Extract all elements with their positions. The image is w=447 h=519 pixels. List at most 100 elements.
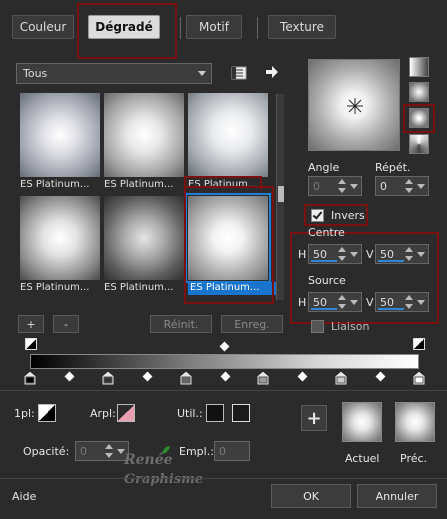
opacity-label: Opacité: — [23, 445, 70, 458]
used-color-black[interactable] — [206, 404, 224, 422]
spin-arrows-icon[interactable] — [104, 444, 114, 458]
color-midpoint-icon[interactable] — [220, 371, 230, 382]
preset-thumbnail[interactable]: ES Platinum... — [20, 93, 100, 190]
preset-label: ES Platinum... — [20, 282, 90, 293]
center-h-value: 50 — [313, 247, 327, 261]
invert-label[interactable]: Invers — [331, 209, 365, 222]
previous-preview[interactable] — [395, 402, 435, 442]
top-right-stop-icon[interactable] — [413, 338, 425, 350]
spin-arrows-icon[interactable] — [337, 247, 347, 261]
repeat-value: 0 — [380, 179, 387, 193]
source-h-stepper[interactable]: 50 — [308, 292, 362, 312]
radial-style-icon[interactable] — [409, 108, 429, 128]
conical-style-icon[interactable] — [409, 134, 429, 154]
color-midpoint-icon[interactable] — [142, 371, 153, 382]
divider — [0, 478, 447, 479]
rectangular-style-icon[interactable] — [409, 82, 429, 102]
gradient-preview[interactable] — [308, 59, 400, 151]
util-label: Util.: — [177, 407, 203, 420]
spin-arrows-icon[interactable] — [337, 295, 347, 309]
divider — [0, 390, 447, 391]
center-h-label: H — [298, 248, 307, 261]
chevron-down-icon[interactable] — [417, 300, 425, 305]
foreground-style-swatch[interactable] — [38, 404, 56, 422]
scrollbar-thumb[interactable] — [278, 186, 284, 202]
ok-button[interactable]: OK — [271, 484, 351, 508]
current-preview — [342, 402, 382, 442]
source-v-value: 50 — [380, 295, 394, 309]
invert-checkbox[interactable] — [311, 209, 324, 222]
value-bar — [311, 308, 337, 310]
opacity-stepper[interactable]: 0 — [75, 441, 129, 461]
presets-scrollbar[interactable] — [276, 94, 284, 300]
arrow-right-icon[interactable] — [262, 62, 282, 82]
chevron-down-icon[interactable] — [350, 252, 358, 257]
center-v-value: 50 — [380, 247, 394, 261]
location-stepper[interactable]: 0 — [214, 441, 250, 461]
repeat-stepper[interactable]: 0 — [375, 176, 429, 196]
preset-label: ES Platinum... — [104, 282, 174, 293]
color-stop-icon[interactable] — [412, 370, 426, 386]
color-stop-icon[interactable] — [256, 370, 270, 386]
center-v-label: V — [366, 248, 374, 261]
chevron-down-icon[interactable] — [417, 252, 425, 257]
used-color-dark[interactable] — [232, 404, 250, 422]
color-stop-icon[interactable] — [179, 370, 193, 386]
preset-thumbnail[interactable]: ES Platinum... — [20, 196, 100, 293]
preset-thumbnail-selected[interactable]: ES Platinum... — [185, 193, 276, 295]
spin-arrows-icon[interactable] — [404, 295, 414, 309]
top-left-stop-icon[interactable] — [25, 338, 37, 350]
add-preset-button[interactable]: + — [18, 315, 44, 333]
preset-thumbnail[interactable]: ES Platinum... — [104, 196, 184, 293]
spin-arrows-icon[interactable] — [404, 247, 414, 261]
color-stop-icon[interactable] — [334, 370, 348, 386]
add-to-swatches-button[interactable]: + — [301, 405, 327, 431]
linear-style-icon[interactable] — [409, 57, 429, 77]
location-value: 0 — [219, 444, 226, 458]
gradient-strip[interactable] — [30, 354, 419, 369]
tab-texture[interactable]: Texture — [268, 15, 336, 39]
cancel-button[interactable]: Annuler — [357, 484, 437, 508]
center-label: Centre — [308, 226, 345, 239]
save-preset-button[interactable]: Enreg. — [221, 315, 283, 333]
color-stop-icon[interactable] — [23, 370, 37, 386]
tab-motif[interactable]: Motif — [186, 15, 242, 39]
angle-stepper[interactable]: 0 — [308, 176, 362, 196]
color-midpoint-icon[interactable] — [375, 371, 386, 382]
link-checkbox[interactable] — [311, 320, 324, 333]
center-h-stepper[interactable]: 50 — [308, 244, 362, 264]
help-link[interactable]: Aide — [12, 490, 36, 503]
tab-couleur[interactable]: Couleur — [12, 15, 74, 39]
center-v-stepper[interactable]: 50 — [375, 244, 429, 264]
remove-preset-button[interactable]: - — [53, 315, 79, 333]
tab-degrade[interactable]: Dégradé — [88, 15, 160, 39]
color-stop-icon[interactable] — [101, 370, 115, 386]
preset-thumbnail[interactable]: ES Platinum... — [188, 93, 268, 190]
angle-label: Angle — [308, 161, 340, 174]
color-midpoint-icon[interactable] — [297, 371, 308, 382]
reset-button[interactable]: Réinit. — [150, 315, 212, 333]
opacity-midpoint-icon[interactable] — [219, 341, 230, 352]
color-midpoint-icon[interactable] — [64, 371, 75, 382]
pi-label: 1pl: — [14, 407, 35, 420]
preset-image — [185, 193, 271, 283]
category-select[interactable]: Tous — [16, 63, 212, 84]
background-style-swatch[interactable] — [117, 404, 135, 422]
source-label: Source — [308, 274, 346, 287]
spin-arrows-icon[interactable] — [404, 179, 414, 193]
preset-thumbnail[interactable]: ES Platinum... — [104, 93, 184, 190]
link-label[interactable]: Liaison — [331, 320, 369, 333]
source-v-stepper[interactable]: 50 — [375, 292, 429, 312]
center-crosshair-icon — [347, 98, 363, 114]
watermark-line-1: Renée — [124, 452, 173, 468]
current-label: Actuel — [345, 452, 380, 465]
spin-arrows-icon[interactable] — [337, 179, 347, 193]
chevron-down-icon[interactable] — [350, 184, 358, 189]
source-v-label: V — [366, 296, 374, 309]
check-icon — [312, 209, 323, 220]
chevron-down-icon[interactable] — [417, 184, 425, 189]
library-icon[interactable] — [229, 63, 249, 83]
value-bar — [378, 308, 404, 310]
angle-value: 0 — [313, 179, 320, 193]
chevron-down-icon[interactable] — [350, 300, 358, 305]
